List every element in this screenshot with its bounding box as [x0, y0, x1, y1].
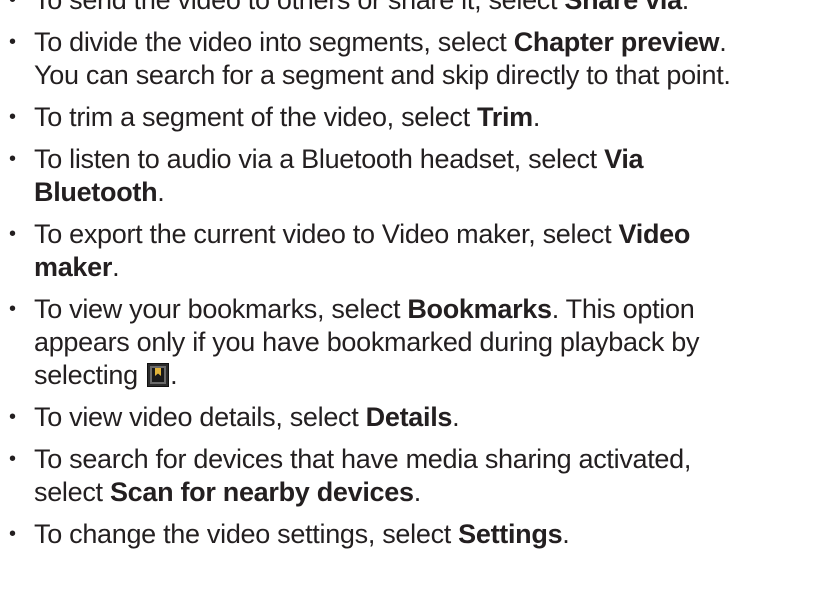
- option-name-cont: Bluetooth: [34, 177, 158, 207]
- bullet: •: [9, 148, 16, 170]
- list-item-chapter-preview: • To divide the video into segments, sel…: [9, 27, 731, 90]
- list-item-details: • To view video details, select Details.: [9, 402, 460, 432]
- bullet: •: [9, 0, 16, 11]
- bullet: •: [9, 31, 16, 53]
- option-name: Scan for nearby devices: [109, 477, 414, 507]
- bullet: •: [9, 448, 16, 470]
- manual-page: • To send the video to others or share i…: [0, 0, 823, 560]
- list-item-via-bluetooth: • To listen to audio via a Bluetooth hea…: [9, 144, 644, 207]
- option-name: Video: [618, 219, 691, 249]
- bullet: •: [9, 298, 16, 320]
- list-item-trim: • To trim a segment of the video, select…: [9, 102, 541, 132]
- bullet: •: [9, 106, 16, 128]
- list-item-video-maker: • To export the current video to Video m…: [9, 219, 691, 282]
- option-name: Via: [604, 144, 644, 174]
- list-item-share-via: • To send the video to others or share i…: [0, 0, 823, 17]
- option-name: Settings: [458, 519, 563, 549]
- option-name-cont: maker: [34, 252, 113, 282]
- list-item-bookmarks: • To view your bookmarks, select Bookmar…: [9, 294, 700, 390]
- bullet: •: [9, 223, 16, 245]
- list-item-settings: • To change the video settings, select S…: [9, 519, 570, 549]
- option-name: Bookmarks: [407, 294, 552, 324]
- bullet: •: [9, 523, 16, 545]
- option-name: Chapter preview: [513, 27, 720, 57]
- option-name: Share via: [564, 0, 682, 15]
- option-list: • To send the video to others or share i…: [0, 0, 823, 551]
- list-item-scan-devices: • To search for devices that have media …: [9, 444, 692, 507]
- bookmark-icon: [147, 363, 170, 387]
- option-name: Details: [365, 402, 453, 432]
- option-name: Trim: [477, 102, 533, 132]
- bullet: •: [9, 406, 16, 428]
